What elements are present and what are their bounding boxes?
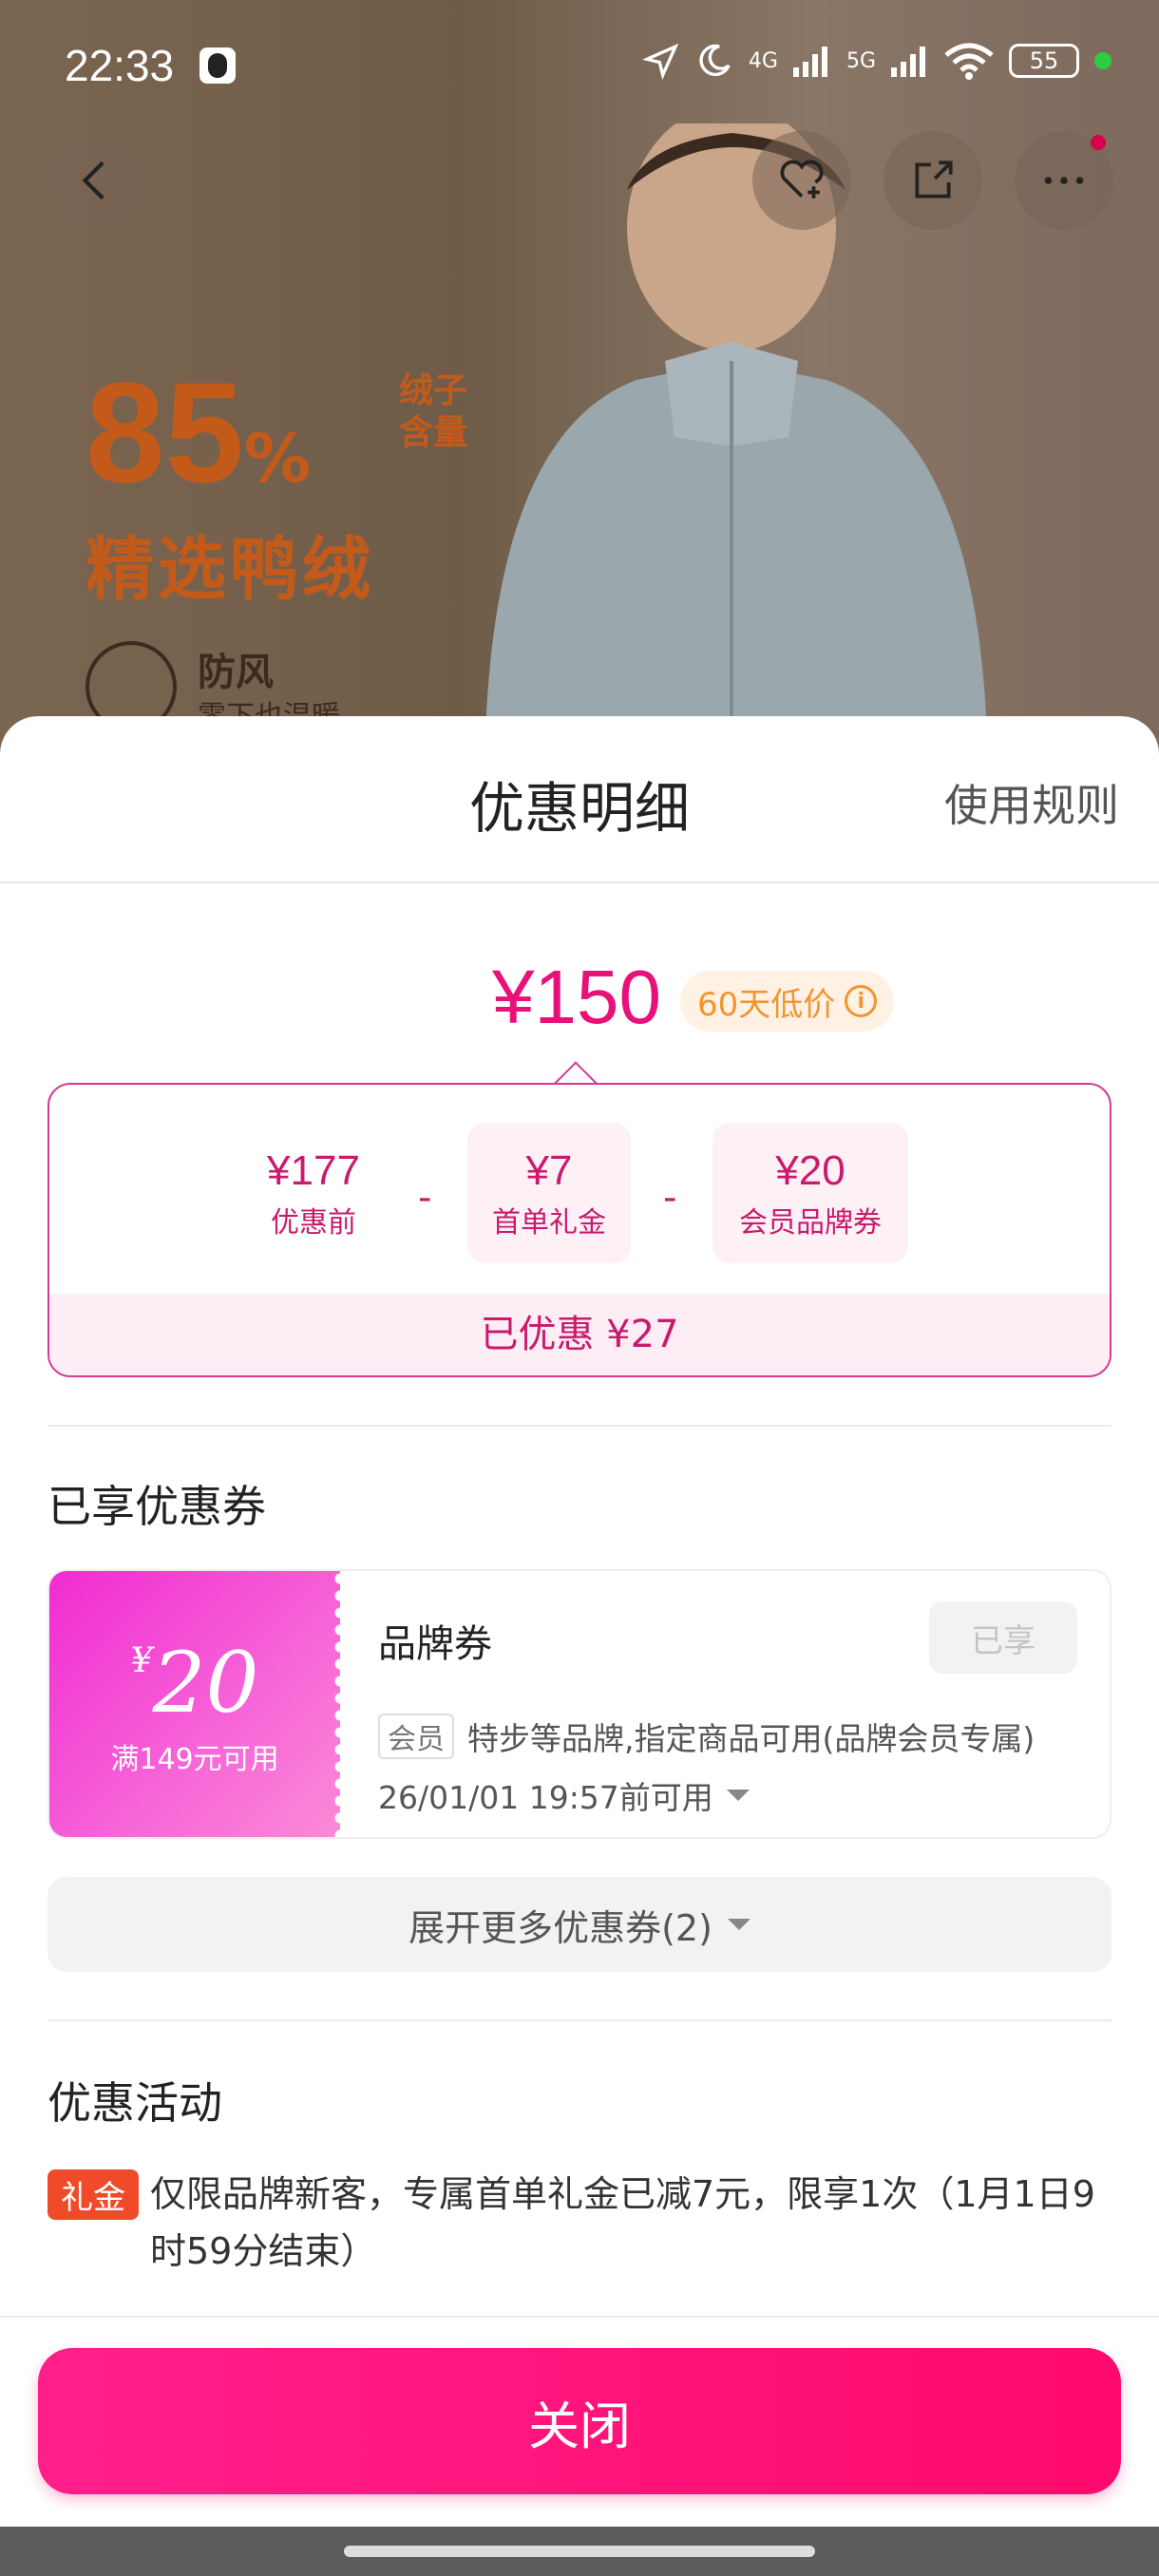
breakdown-original: ¥177 优惠前	[232, 1123, 395, 1263]
final-price: ¥150	[492, 955, 661, 1039]
qq-icon	[200, 47, 236, 84]
low-price-label: 60天低价	[697, 985, 836, 1024]
promo-85: 85% 绒子含量 精选鸭绒	[86, 361, 467, 613]
charging-dot	[1094, 52, 1112, 69]
minus-sign: -	[418, 1176, 432, 1220]
activity-text: 仅限品牌新客，专属首单礼金已减7元，限享1次（1月1日9时59分结束）	[150, 2173, 1095, 2272]
close-button[interactable]: 关闭	[38, 2348, 1121, 2494]
member-tag: 会员	[378, 1714, 454, 1759]
signal-icon-2	[891, 47, 925, 77]
sheet-header: 优惠明细 使用规则	[0, 716, 1159, 883]
divider	[0, 2316, 1159, 2318]
divider	[48, 1425, 1112, 1427]
promo-percent-sign: %	[243, 420, 311, 498]
system-nav-bar	[0, 2527, 1159, 2576]
coupon-amount: 20	[152, 1634, 259, 1732]
heart-plus-icon	[780, 160, 824, 199]
original-amount: ¥177	[267, 1147, 360, 1194]
gift-amount: ¥7	[525, 1147, 573, 1194]
battery-icon: 55	[1009, 44, 1079, 78]
coupon-used-button[interactable]: 已享	[929, 1601, 1077, 1674]
chevron-left-icon	[82, 161, 104, 200]
gift-tag: 礼金	[48, 2169, 139, 2220]
coupon-description-text: 特步等品牌,指定商品可用(品牌会员专属)	[467, 1720, 1036, 1757]
share-icon	[915, 161, 953, 199]
more-button[interactable]	[1015, 131, 1113, 230]
wifi-icon	[944, 43, 994, 80]
moon-icon	[699, 44, 731, 77]
member-coupon-label: 会员品牌券	[739, 1206, 882, 1240]
clock: 22:33	[65, 41, 175, 90]
gift-label: 首单礼金	[492, 1206, 606, 1240]
brand-coupon-card[interactable]: ¥20 满149元可用 品牌券 已享 会员 特步等品牌,指定商品可用(品牌会员专…	[48, 1569, 1112, 1839]
coupon-currency: ¥	[130, 1641, 153, 1680]
expand-label: 展开更多优惠券(2)	[408, 1906, 712, 1949]
coupon-condition: 满149元可用	[110, 1743, 279, 1776]
price-row: ¥150	[0, 954, 1159, 1049]
coupon-name: 品牌券	[378, 1622, 492, 1666]
coupon-description: 会员 特步等品牌,指定商品可用(品牌会员专属)	[378, 1714, 1035, 1759]
promo-percent: 85	[86, 352, 244, 512]
minus-sign-2: -	[663, 1176, 677, 1220]
share-button[interactable]	[884, 131, 982, 230]
coupon-expiry-text: 26/01/01 19:57前可用	[378, 1779, 713, 1816]
status-bar: 22:33 4G 5G 55	[0, 0, 1159, 133]
coupon-value-panel: ¥20 满149元可用	[49, 1571, 346, 1837]
signal-icon	[792, 47, 827, 77]
more-dots-icon	[1044, 177, 1084, 184]
back-button[interactable]	[48, 131, 146, 230]
member-coupon-amount: ¥20	[775, 1147, 846, 1194]
location-icon	[641, 43, 679, 80]
price-breakdown: ¥177 优惠前 - ¥7 首单礼金 - ¥20 会员品牌券 已优惠 ¥27	[48, 1083, 1112, 1377]
promo-headline: 精选鸭绒	[86, 529, 375, 609]
coupons-section-title: 已享优惠券	[48, 1481, 266, 1532]
feature-title: 防风	[198, 651, 274, 694]
favorite-button[interactable]	[752, 131, 851, 230]
notification-dot	[1091, 135, 1106, 150]
caret-down-icon	[726, 1790, 750, 1801]
home-indicator[interactable]	[344, 2546, 815, 2557]
promo-percent-sub: 绒子含量	[399, 371, 468, 452]
low-price-badge[interactable]: 60天低价 i	[680, 971, 895, 1032]
original-label: 优惠前	[271, 1206, 356, 1240]
breakdown-gift: ¥7 首单礼金	[467, 1123, 631, 1263]
coupon-expiry[interactable]: 26/01/01 19:57前可用	[378, 1772, 750, 1818]
info-icon: i	[845, 985, 878, 1017]
activity-section-title: 优惠活动	[48, 2077, 222, 2129]
usage-rules-link[interactable]: 使用规则	[944, 771, 1119, 834]
breakdown-member-coupon: ¥20 会员品牌券	[712, 1123, 908, 1263]
network-5g: 5G	[846, 48, 876, 73]
caret-down-icon	[727, 1919, 750, 1930]
divider	[48, 2019, 1112, 2021]
discount-detail-sheet: 优惠明细 使用规则 ¥150 60天低价 i ¥177 优惠前 - ¥7 首单礼…	[0, 716, 1159, 2527]
expand-more-coupons-button[interactable]: 展开更多优惠券(2)	[48, 1877, 1112, 1972]
saved-total: 已优惠 ¥27	[49, 1294, 1110, 1375]
network-4g: 4G	[748, 48, 778, 73]
